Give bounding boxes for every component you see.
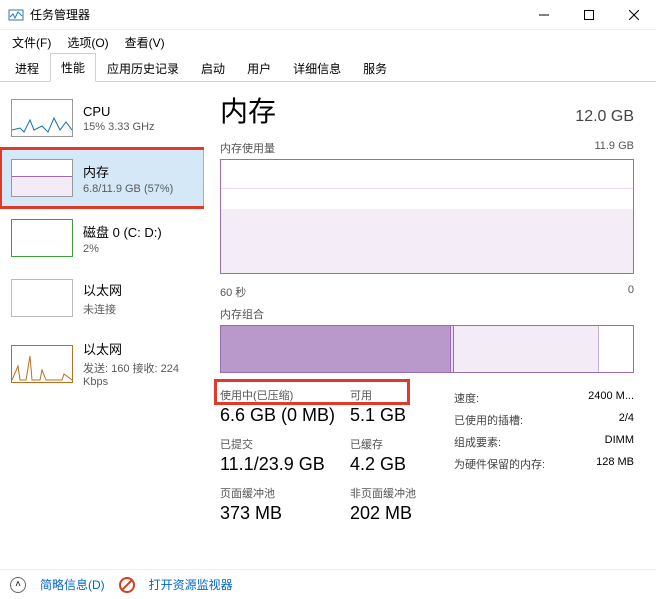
sidebar-sub: 发送: 160 接收: 224 Kbps	[83, 360, 193, 388]
close-button[interactable]	[611, 0, 656, 30]
sidebar-label: 以太网	[83, 339, 193, 358]
stat-label: 非页面缓冲池	[350, 485, 450, 501]
stat-value: 4.2 GB	[350, 454, 450, 475]
menubar: 文件(F) 选项(O) 查看(V)	[0, 30, 656, 54]
detail-title: 内存	[220, 90, 276, 130]
stat-label: 已提交	[220, 436, 350, 452]
stat-label: 可用	[350, 387, 450, 403]
menu-file[interactable]: 文件(F)	[6, 32, 57, 53]
fewer-details-link[interactable]: 简略信息(D)	[40, 576, 105, 593]
memory-thumb	[11, 159, 73, 197]
stat-value: 5.1 GB	[350, 405, 450, 426]
memory-composition-chart[interactable]	[220, 325, 634, 373]
titlebar: 任务管理器	[0, 0, 656, 30]
spec-label: 为硬件保留的内存:	[454, 456, 545, 472]
sidebar-label: 以太网	[83, 280, 122, 299]
seg-free	[598, 326, 633, 372]
tab-services[interactable]: 服务	[352, 54, 398, 82]
spec-label: 组成要素:	[454, 434, 501, 450]
stat-value: 373 MB	[220, 503, 350, 524]
usage-max: 11.9 GB	[594, 140, 634, 156]
spec-value: 2/4	[619, 412, 634, 428]
detail-panel: 内存 12.0 GB 内存使用量 11.9 GB 60 秒 0 内存组合 使用中(已…	[204, 82, 656, 569]
menu-view[interactable]: 查看(V)	[119, 32, 171, 53]
detail-capacity: 12.0 GB	[575, 108, 634, 126]
stat-value: 11.1/23.9 GB	[220, 454, 350, 475]
time-left: 60 秒	[220, 284, 246, 300]
minimize-button[interactable]	[521, 0, 566, 30]
tab-performance[interactable]: 性能	[50, 53, 96, 82]
window-title: 任务管理器	[30, 6, 521, 23]
sidebar-item-ethernet-1[interactable]: 以太网未连接	[0, 268, 204, 328]
maximize-button[interactable]	[566, 0, 611, 30]
stat-value: 202 MB	[350, 503, 450, 524]
sidebar-item-disk[interactable]: 磁盘 0 (C: D:) 2%	[0, 208, 204, 268]
stats-right: 速度: 2400 M... 已使用的插槽: 2/4 组成要素: DIMM 为硬件保留的…	[454, 387, 634, 524]
compo-label: 内存组合	[220, 306, 264, 322]
tab-processes[interactable]: 进程	[4, 54, 50, 82]
sidebar: CPU 15% 3.33 GHz 内存 6.8/11.9 GB (57%) 磁盘 0…	[0, 82, 204, 569]
open-resmon-link[interactable]: 打开资源监视器	[149, 576, 233, 593]
sidebar-sub: 未连接	[83, 301, 122, 317]
menu-options[interactable]: 选项(O)	[61, 32, 114, 53]
disk-thumb	[11, 219, 73, 257]
main: CPU 15% 3.33 GHz 内存 6.8/11.9 GB (57%) 磁盘 0…	[0, 82, 656, 569]
tab-startup[interactable]: 启动	[190, 54, 236, 82]
footer: ˄ 简略信息(D) 打开资源监视器	[0, 569, 656, 599]
sidebar-label: 磁盘 0 (C: D:)	[83, 222, 162, 241]
stats: 使用中(已压缩) 6.6 GB (0 MB) 可用 5.1 GB 已提交 11.1/2…	[220, 387, 634, 524]
net-thumb	[11, 279, 73, 317]
stat-value: 6.6 GB (0 MB)	[220, 405, 350, 426]
sidebar-label: CPU	[83, 104, 155, 119]
stat-label: 使用中(已压缩)	[220, 387, 350, 403]
chevron-up-icon[interactable]: ˄	[10, 577, 26, 593]
spec-value: 128 MB	[596, 456, 634, 472]
spec-value: DIMM	[605, 434, 634, 450]
stat-label: 已缓存	[350, 436, 450, 452]
cpu-thumb	[11, 99, 73, 137]
seg-inuse	[221, 326, 450, 372]
sidebar-item-cpu[interactable]: CPU 15% 3.33 GHz	[0, 88, 204, 148]
sidebar-item-ethernet-2[interactable]: 以太网发送: 160 接收: 224 Kbps	[0, 328, 204, 399]
stats-left: 使用中(已压缩) 6.6 GB (0 MB) 可用 5.1 GB 已提交 11.1/2…	[220, 387, 450, 524]
sidebar-item-memory[interactable]: 内存 6.8/11.9 GB (57%)	[0, 148, 204, 208]
spec-label: 已使用的插槽:	[454, 412, 523, 428]
spec-label: 速度:	[454, 390, 479, 406]
spec-value: 2400 M...	[588, 390, 634, 406]
sidebar-sub: 15% 3.33 GHz	[83, 121, 155, 133]
tab-app-history[interactable]: 应用历史记录	[96, 54, 190, 82]
tab-users[interactable]: 用户	[236, 54, 282, 82]
app-icon	[8, 7, 24, 23]
tab-details[interactable]: 详细信息	[282, 54, 352, 82]
memory-usage-chart[interactable]	[220, 159, 634, 274]
tabs: 进程 性能 应用历史记录 启动 用户 详细信息 服务	[0, 54, 656, 82]
sidebar-sub: 6.8/11.9 GB (57%)	[83, 183, 173, 195]
resmon-icon	[119, 577, 135, 593]
stat-label: 页面缓冲池	[220, 485, 350, 501]
seg-standby	[454, 326, 598, 372]
usage-label: 内存使用量	[220, 140, 275, 156]
net-thumb	[11, 345, 73, 383]
time-right: 0	[628, 284, 634, 300]
sidebar-label: 内存	[83, 162, 173, 181]
sidebar-sub: 2%	[83, 243, 162, 255]
